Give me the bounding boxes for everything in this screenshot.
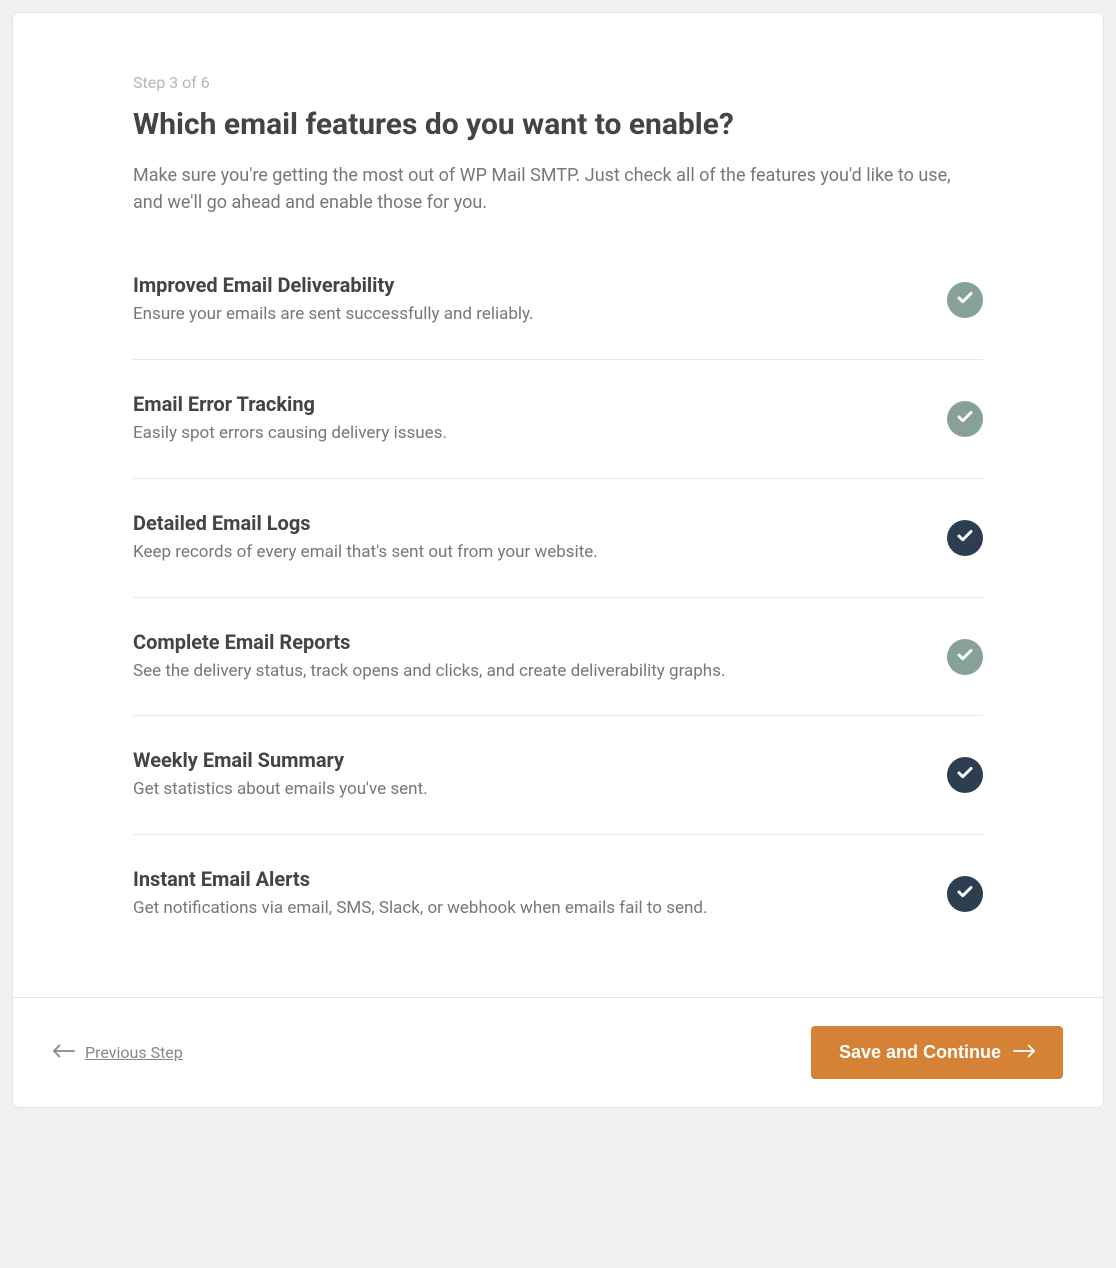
page-subheading: Make sure you're getting the most out of… xyxy=(133,162,983,218)
feature-desc: Get notifications via email, SMS, Slack,… xyxy=(133,897,923,921)
feature-title: Email Error Tracking xyxy=(133,392,923,416)
feature-desc: See the delivery status, track opens and… xyxy=(133,660,923,684)
step-indicator: Step 3 of 6 xyxy=(133,73,983,92)
feature-toggle[interactable] xyxy=(947,520,983,556)
feature-toggle[interactable] xyxy=(947,876,983,912)
feature-desc: Ensure your emails are sent successfully… xyxy=(133,303,923,327)
feature-text: Weekly Email Summary Get statistics abou… xyxy=(133,748,947,802)
feature-title: Instant Email Alerts xyxy=(133,867,923,891)
setup-wizard-card: Step 3 of 6 Which email features do you … xyxy=(12,12,1104,1108)
feature-title: Detailed Email Logs xyxy=(133,511,923,535)
feature-toggle-locked xyxy=(947,401,983,437)
check-icon xyxy=(956,408,974,430)
feature-detailed-logs: Detailed Email Logs Keep records of ever… xyxy=(133,479,983,598)
content-area: Step 3 of 6 Which email features do you … xyxy=(13,13,1103,997)
feature-toggle-locked xyxy=(947,639,983,675)
feature-weekly-summary: Weekly Email Summary Get statistics abou… xyxy=(133,716,983,835)
feature-text: Improved Email Deliverability Ensure you… xyxy=(133,273,947,327)
feature-desc: Get statistics about emails you've sent. xyxy=(133,778,923,802)
arrow-left-icon xyxy=(53,1043,75,1062)
feature-instant-alerts: Instant Email Alerts Get notifications v… xyxy=(133,835,983,927)
check-icon xyxy=(956,527,974,549)
feature-title: Complete Email Reports xyxy=(133,630,923,654)
page-heading: Which email features do you want to enab… xyxy=(133,106,983,144)
check-icon xyxy=(956,646,974,668)
feature-desc: Keep records of every email that's sent … xyxy=(133,541,923,565)
previous-step-link[interactable]: Previous Step xyxy=(53,1043,183,1062)
feature-text: Detailed Email Logs Keep records of ever… xyxy=(133,511,947,565)
feature-text: Complete Email Reports See the delivery … xyxy=(133,630,947,684)
previous-step-label: Previous Step xyxy=(85,1043,183,1062)
feature-text: Instant Email Alerts Get notifications v… xyxy=(133,867,947,921)
feature-desc: Easily spot errors causing delivery issu… xyxy=(133,422,923,446)
check-icon xyxy=(956,764,974,786)
feature-title: Weekly Email Summary xyxy=(133,748,923,772)
feature-title: Improved Email Deliverability xyxy=(133,273,923,297)
save-continue-button[interactable]: Save and Continue xyxy=(811,1026,1063,1079)
wizard-footer: Previous Step Save and Continue xyxy=(13,997,1103,1107)
feature-error-tracking: Email Error Tracking Easily spot errors … xyxy=(133,360,983,479)
feature-toggle-locked xyxy=(947,282,983,318)
feature-complete-reports: Complete Email Reports See the delivery … xyxy=(133,598,983,717)
feature-text: Email Error Tracking Easily spot errors … xyxy=(133,392,947,446)
save-continue-label: Save and Continue xyxy=(839,1042,1001,1063)
feature-toggle[interactable] xyxy=(947,757,983,793)
features-list: Improved Email Deliverability Ensure you… xyxy=(133,267,983,927)
arrow-right-icon xyxy=(1013,1042,1035,1063)
feature-improved-deliverability: Improved Email Deliverability Ensure you… xyxy=(133,267,983,360)
check-icon xyxy=(956,289,974,311)
check-icon xyxy=(956,883,974,905)
